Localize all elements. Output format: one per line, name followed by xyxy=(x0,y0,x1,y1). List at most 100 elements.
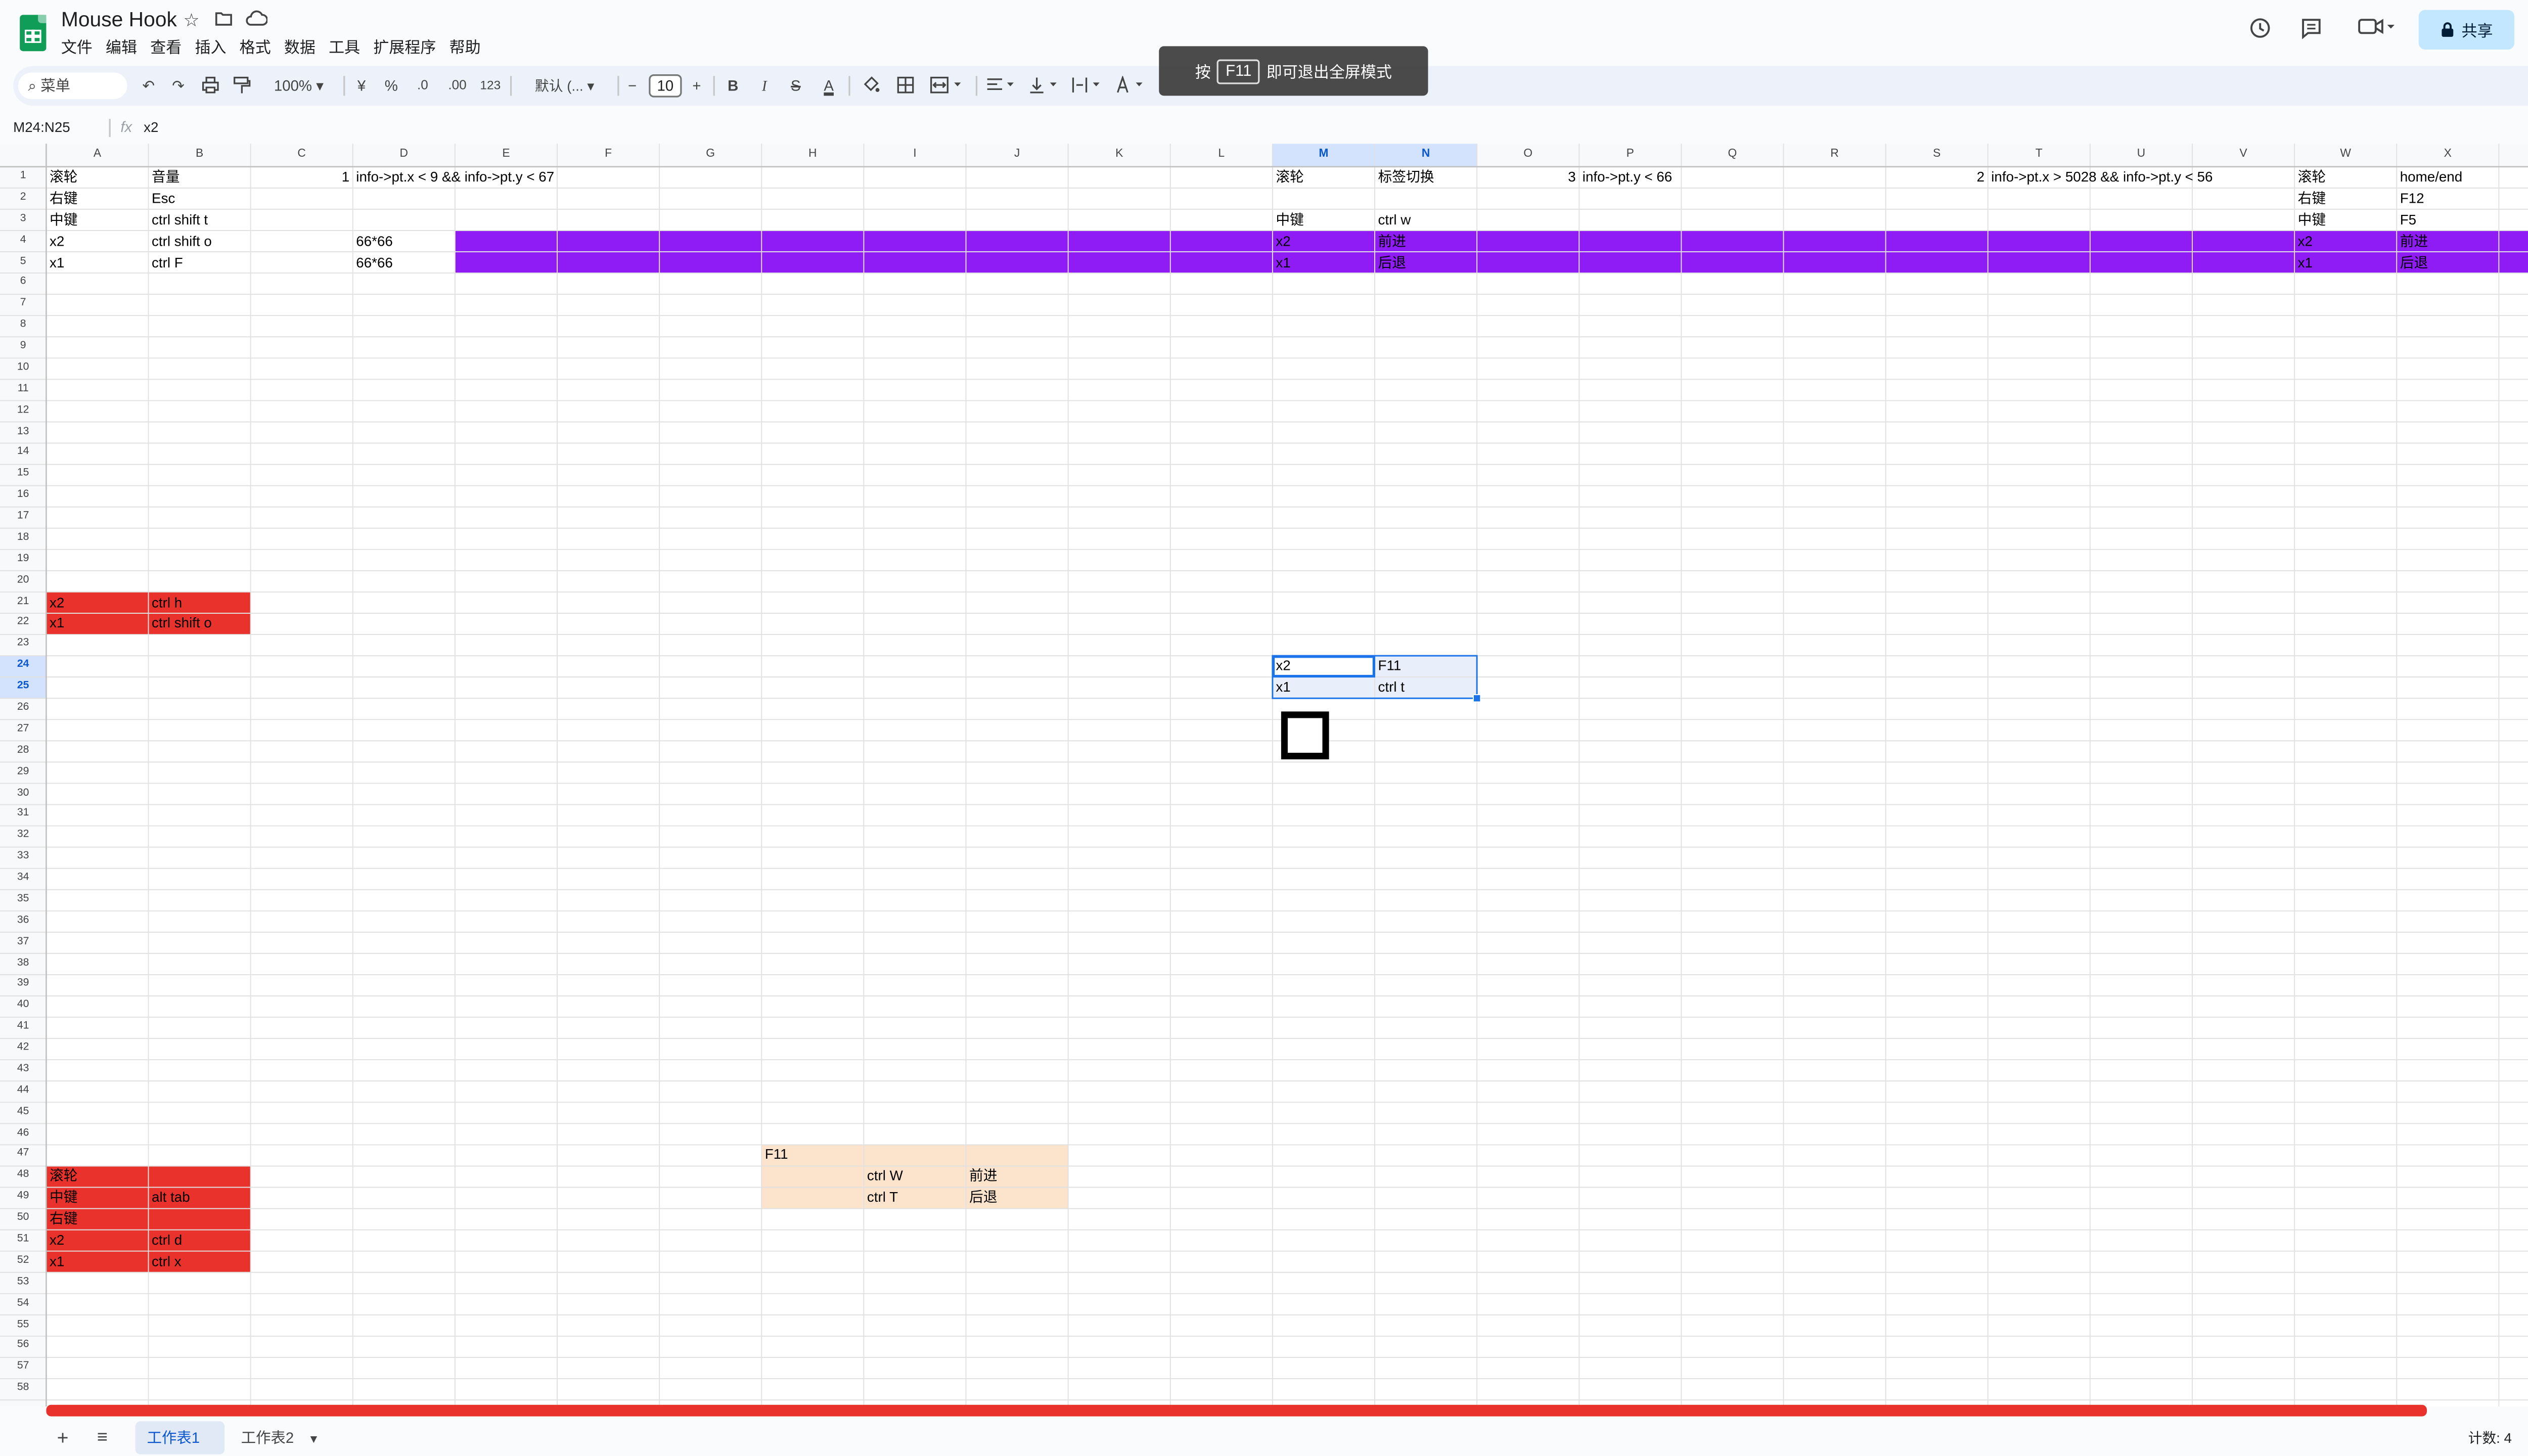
column-header-x[interactable]: X xyxy=(2397,144,2499,167)
menu-insert[interactable]: 插入 xyxy=(188,38,233,61)
italic-button[interactable]: I xyxy=(751,66,778,106)
cell-b51[interactable]: ctrl d xyxy=(149,1230,182,1251)
row-header-49[interactable]: 49 xyxy=(0,1188,46,1209)
row-header-39[interactable]: 39 xyxy=(0,975,46,996)
column-header-t[interactable]: T xyxy=(1988,144,2090,167)
all-sheets-icon[interactable]: ≡ xyxy=(93,1421,112,1454)
share-button[interactable]: 共享 xyxy=(2418,10,2515,50)
cell-b3[interactable]: ctrl shift t xyxy=(149,209,208,231)
text-wrap-icon[interactable] xyxy=(1068,66,1108,106)
font-size-input[interactable]: 10 xyxy=(649,74,682,98)
row-header-32[interactable]: 32 xyxy=(0,826,46,847)
column-header-i[interactable]: I xyxy=(864,144,966,167)
cloud-status-icon[interactable] xyxy=(246,10,268,31)
cell-a2[interactable]: 右键 xyxy=(46,188,78,209)
row-header-58[interactable]: 58 xyxy=(0,1379,46,1400)
cell-n24[interactable]: F11 xyxy=(1375,656,1402,677)
menu-search-input[interactable]: ⌕ 菜单 xyxy=(18,72,127,99)
cell-a1[interactable]: 滚轮 xyxy=(46,167,78,188)
column-header-s[interactable]: S xyxy=(1886,144,1988,167)
cell-n3[interactable]: ctrl w xyxy=(1375,209,1411,231)
column-header-h[interactable]: H xyxy=(761,144,864,167)
number-format-button[interactable]: 123 xyxy=(477,66,504,106)
row-header-22[interactable]: 22 xyxy=(0,613,46,634)
star-icon[interactable]: ☆ xyxy=(183,10,199,31)
column-header-b[interactable]: B xyxy=(149,144,251,167)
row-header-4[interactable]: 4 xyxy=(0,231,46,252)
cell-b21[interactable]: ctrl h xyxy=(149,592,182,613)
row-header-35[interactable]: 35 xyxy=(0,890,46,911)
row-header-44[interactable]: 44 xyxy=(0,1081,46,1102)
menu-edit[interactable]: 编辑 xyxy=(99,38,144,61)
cell-x2[interactable]: F12 xyxy=(2397,188,2424,209)
column-header-g[interactable]: G xyxy=(659,144,761,167)
menu-data[interactable]: 数据 xyxy=(278,38,322,61)
row-header-7[interactable]: 7 xyxy=(0,294,46,315)
row-header-21[interactable]: 21 xyxy=(0,592,46,613)
cell-b22[interactable]: ctrl shift o xyxy=(149,613,212,634)
cell-p1[interactable]: info->pt.y < 66 xyxy=(1579,167,1672,188)
row-header-10[interactable]: 10 xyxy=(0,358,46,379)
cell-w2[interactable]: 右键 xyxy=(2294,188,2326,209)
row-header-15[interactable]: 15 xyxy=(0,465,46,486)
cell-a52[interactable]: x1 xyxy=(46,1251,64,1272)
row-header-50[interactable]: 50 xyxy=(0,1209,46,1230)
cell-b5[interactable]: ctrl F xyxy=(149,252,183,273)
folder-move-icon[interactable] xyxy=(214,10,233,31)
row-header-56[interactable]: 56 xyxy=(0,1336,46,1357)
cell-a3[interactable]: 中键 xyxy=(46,209,78,231)
cell-d4[interactable]: 66*66 xyxy=(353,231,393,252)
menu-help[interactable]: 帮助 xyxy=(443,38,487,61)
status-count[interactable]: 计数: 4 xyxy=(2468,1421,2512,1454)
cell-x4[interactable]: 前进 xyxy=(2397,231,2428,252)
cell-w1[interactable]: 滚轮 xyxy=(2294,167,2326,188)
row-header-29[interactable]: 29 xyxy=(0,762,46,783)
decimal-increase-button[interactable]: .00 xyxy=(442,66,472,106)
cell-x5[interactable]: 后退 xyxy=(2397,252,2428,273)
row-header-19[interactable]: 19 xyxy=(0,550,46,571)
cell-o1[interactable]: 3 xyxy=(1477,167,1579,188)
cell-b49[interactable]: alt tab xyxy=(149,1188,190,1209)
currency-format-button[interactable]: ¥ xyxy=(350,66,373,106)
menu-tools[interactable]: 工具 xyxy=(322,38,367,61)
strikethrough-button[interactable]: S xyxy=(783,66,809,106)
column-header-c[interactable]: C xyxy=(251,144,353,167)
cell-j48[interactable]: 前进 xyxy=(966,1166,998,1187)
row-header-23[interactable]: 23 xyxy=(0,634,46,656)
row-header-5[interactable]: 5 xyxy=(0,252,46,273)
font-select[interactable]: 默认 (... ▾ xyxy=(518,66,611,106)
horizontal-scrollbar[interactable] xyxy=(46,1404,2427,1417)
cell-x3[interactable]: F5 xyxy=(2397,209,2416,231)
row-header-8[interactable]: 8 xyxy=(0,315,46,337)
row-header-36[interactable]: 36 xyxy=(0,911,46,932)
chevron-down-icon[interactable]: ▼ xyxy=(308,1435,320,1446)
row-header-57[interactable]: 57 xyxy=(0,1357,46,1379)
zoom-select[interactable]: 100% ▾ xyxy=(261,66,337,106)
cell-a48[interactable]: 滚轮 xyxy=(46,1166,78,1187)
column-header-l[interactable]: L xyxy=(1170,144,1273,167)
row-header-11[interactable]: 11 xyxy=(0,379,46,400)
sheets-logo-icon[interactable] xyxy=(20,15,47,52)
column-header-q[interactable]: Q xyxy=(1681,144,1783,167)
cell-t1[interactable]: info->pt.x > 5028 && info->pt.y < 56 xyxy=(1988,167,2213,188)
row-header-55[interactable]: 55 xyxy=(0,1315,46,1336)
cell-m1[interactable]: 滚轮 xyxy=(1273,167,1304,188)
cell-b1[interactable]: 音量 xyxy=(149,167,180,188)
row-header-53[interactable]: 53 xyxy=(0,1272,46,1294)
cell-b2[interactable]: Esc xyxy=(149,188,175,209)
cell-w4[interactable]: x2 xyxy=(2294,231,2313,252)
cell-a51[interactable]: x2 xyxy=(46,1230,64,1251)
column-header-f[interactable]: F xyxy=(557,144,659,167)
cell-a49[interactable]: 中键 xyxy=(46,1188,78,1209)
cell-j49[interactable]: 后退 xyxy=(966,1188,998,1209)
menu-file[interactable]: 文件 xyxy=(61,38,99,61)
meet-icon[interactable] xyxy=(2356,17,2399,43)
row-header-30[interactable]: 30 xyxy=(0,783,46,804)
row-header-3[interactable]: 3 xyxy=(0,209,46,231)
row-header-34[interactable]: 34 xyxy=(0,869,46,890)
column-header-r[interactable]: R xyxy=(1783,144,1885,167)
row-header-18[interactable]: 18 xyxy=(0,528,46,550)
tab-sheet1[interactable]: 工作表1 ▼ xyxy=(135,1421,225,1454)
row-header-31[interactable]: 31 xyxy=(0,804,46,826)
decimal-decrease-button[interactable]: .0 xyxy=(410,66,436,106)
